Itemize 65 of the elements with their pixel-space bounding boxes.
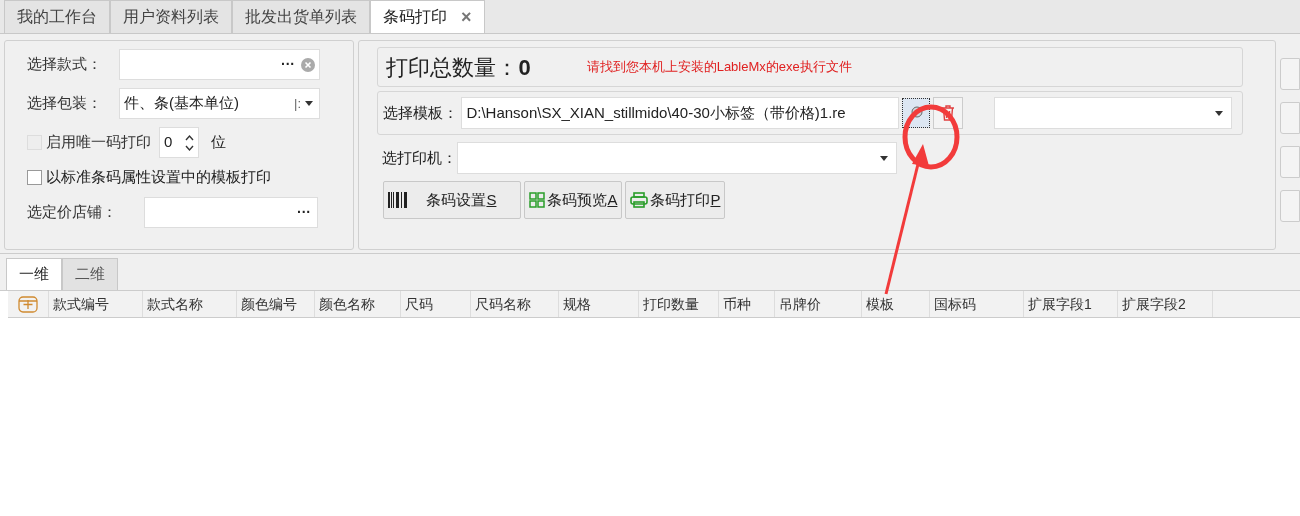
checkbox-label: 启用唯一码打印 (46, 132, 151, 153)
field-label: 选择款式： (27, 54, 103, 75)
column-header[interactable]: 扩展字段1 (1024, 291, 1118, 317)
style-field[interactable]: ··· (119, 49, 320, 80)
tab[interactable]: 条码打印 × (370, 0, 485, 33)
checkbox[interactable] (27, 169, 42, 185)
browse-button[interactable]: ··· (281, 54, 295, 75)
package-dropdown[interactable]: 件、条(基本单位) |: (119, 88, 320, 119)
add-column-icon[interactable] (18, 294, 38, 314)
tab[interactable]: 我的工作台 (4, 0, 110, 33)
separator-mark: |: (294, 94, 301, 113)
toolbar-button[interactable]: 条码设置S (383, 181, 522, 219)
barcode-icon (388, 192, 409, 208)
dropdown-caret-icon[interactable] (880, 155, 889, 161)
tab[interactable]: 用户资料列表 (110, 0, 232, 33)
tab-label: 条码打印 (383, 7, 447, 27)
field-label: 选定价店铺： (27, 201, 118, 222)
column-header[interactable]: 尺码名称 (471, 291, 559, 317)
column-header[interactable]: 国标码 (930, 291, 1024, 317)
package-value: 件、条(基本单位) (124, 93, 240, 114)
trash-icon (940, 105, 957, 121)
column-header[interactable]: 规格 (559, 291, 639, 317)
side-button[interactable] (1280, 102, 1300, 134)
template-path-field[interactable]: D:\Hanson\SX_XIAN_stillmido\40-30小标签（带价格)1.re (461, 97, 900, 129)
column-header[interactable]: 款式编号 (49, 291, 143, 317)
unit-label: 位 (211, 132, 226, 153)
grid-icon (529, 192, 546, 208)
side-button[interactable] (1280, 58, 1300, 90)
column-header[interactable]: 颜色名称 (315, 291, 401, 317)
column-header[interactable]: 模板 (862, 291, 930, 317)
tab[interactable]: 批发出货单列表 (232, 0, 370, 33)
side-button[interactable] (1280, 146, 1300, 178)
total-value: 0 (518, 53, 531, 82)
notice-text: 请找到您本机上安装的LableMx的exe执行文件 (586, 58, 852, 77)
tab[interactable]: 一维 (6, 258, 62, 290)
field-label: 选择模板： (383, 102, 459, 123)
column-header[interactable]: 币种 (719, 291, 775, 317)
field-label: 选打印机： (382, 147, 458, 168)
store-field[interactable]: ··· (144, 196, 318, 228)
dropdown-caret-icon[interactable] (1215, 110, 1224, 116)
total-label: 打印总数量： (386, 53, 519, 82)
tab-label: 批发出货单列表 (245, 7, 357, 27)
tab-label: 用户资料列表 (123, 7, 219, 27)
spinner-value: 0 (164, 132, 173, 153)
printer-icon (630, 192, 649, 208)
column-header[interactable]: 颜色编号 (237, 291, 315, 317)
template-path: D:\Hanson\SX_XIAN_stillmido\40-30小标签（带价格)1.re (466, 102, 846, 123)
field-label: 选择包装： (27, 93, 103, 114)
tab-label: 我的工作台 (17, 7, 97, 27)
toolbar-button[interactable]: 条码预览A (524, 181, 623, 219)
dropdown-caret-icon[interactable] (305, 101, 313, 106)
column-header[interactable]: 吊牌价 (775, 291, 862, 317)
browse-button[interactable]: ··· (297, 201, 311, 223)
toolbar-button[interactable]: 条码打印P (625, 181, 726, 219)
close-tab-button[interactable]: × (461, 3, 472, 31)
clear-icon[interactable] (301, 57, 315, 72)
side-button[interactable] (1280, 190, 1300, 222)
column-header[interactable]: 打印数量 (639, 291, 719, 317)
column-header[interactable]: 尺码 (401, 291, 471, 317)
spin-arrows-icon[interactable] (185, 133, 194, 152)
highlight-ring (902, 104, 960, 170)
checkbox-label: 以标准条码属性设置中的模板打印 (46, 167, 271, 187)
tab[interactable]: 二维 (62, 258, 118, 290)
column-header[interactable]: 款式名称 (143, 291, 237, 317)
column-header[interactable]: 扩展字段2 (1118, 291, 1213, 317)
